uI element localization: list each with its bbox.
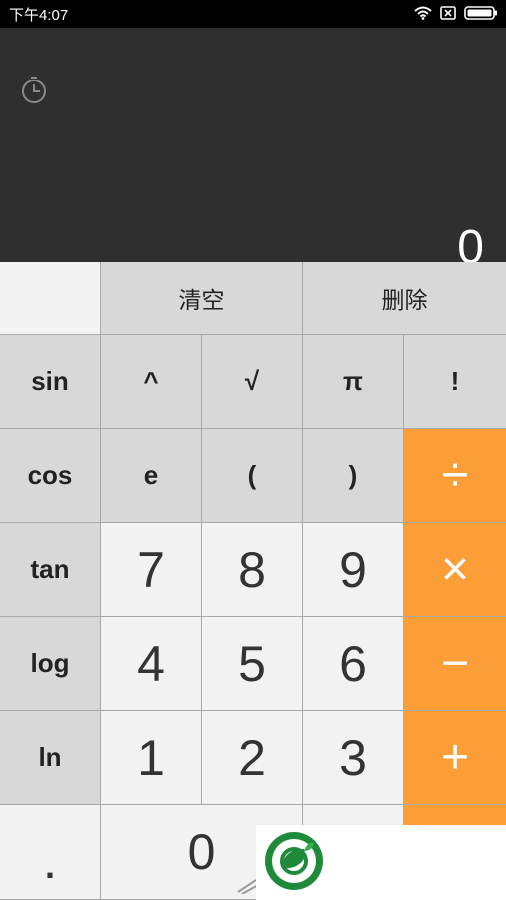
digit-3-button[interactable]: 3	[303, 711, 404, 805]
watermark-overlay	[256, 825, 506, 900]
clear-button[interactable]: 清空	[101, 262, 303, 335]
status-time: 下午4:07	[9, 7, 69, 24]
battery-icon	[464, 6, 497, 20]
digit-8-button[interactable]: 8	[202, 523, 303, 617]
subtract-button[interactable]: −	[404, 617, 506, 711]
divide-button[interactable]: ÷	[404, 429, 506, 523]
open-paren-button[interactable]: (	[202, 429, 303, 523]
status-icons	[414, 6, 498, 20]
status-bar: 下午4:07	[0, 0, 506, 28]
sim-blocked-icon	[440, 6, 456, 20]
factorial-button[interactable]: !	[404, 335, 506, 429]
decimal-point-button[interactable]: .	[0, 805, 101, 900]
digit-9-button[interactable]: 9	[303, 523, 404, 617]
cos-button[interactable]: cos	[0, 429, 101, 523]
empty-key	[0, 262, 101, 335]
log-button[interactable]: log	[0, 617, 101, 711]
close-paren-button[interactable]: )	[303, 429, 404, 523]
digit-4-button[interactable]: 4	[101, 617, 202, 711]
digit-5-button[interactable]: 5	[202, 617, 303, 711]
wifi-icon	[414, 6, 432, 20]
add-button[interactable]: +	[404, 711, 506, 805]
keypad: 清空 删除 sin ^ √ π ! cos e ( ) ÷ tan 7 8 9 …	[0, 262, 506, 900]
digit-7-button[interactable]: 7	[101, 523, 202, 617]
history-icon[interactable]	[20, 76, 48, 104]
digit-6-button[interactable]: 6	[303, 617, 404, 711]
delete-button[interactable]: 删除	[303, 262, 506, 335]
power-button[interactable]: ^	[101, 335, 202, 429]
ln-button[interactable]: ln	[0, 711, 101, 805]
display-panel: 0	[0, 28, 506, 274]
digit-2-button[interactable]: 2	[202, 711, 303, 805]
digit-1-button[interactable]: 1	[101, 711, 202, 805]
multiply-button[interactable]: ×	[404, 523, 506, 617]
tan-button[interactable]: tan	[0, 523, 101, 617]
leaf-logo-icon	[265, 832, 323, 890]
pi-button[interactable]: π	[303, 335, 404, 429]
sin-button[interactable]: sin	[0, 335, 101, 429]
sqrt-button[interactable]: √	[202, 335, 303, 429]
e-button[interactable]: e	[101, 429, 202, 523]
